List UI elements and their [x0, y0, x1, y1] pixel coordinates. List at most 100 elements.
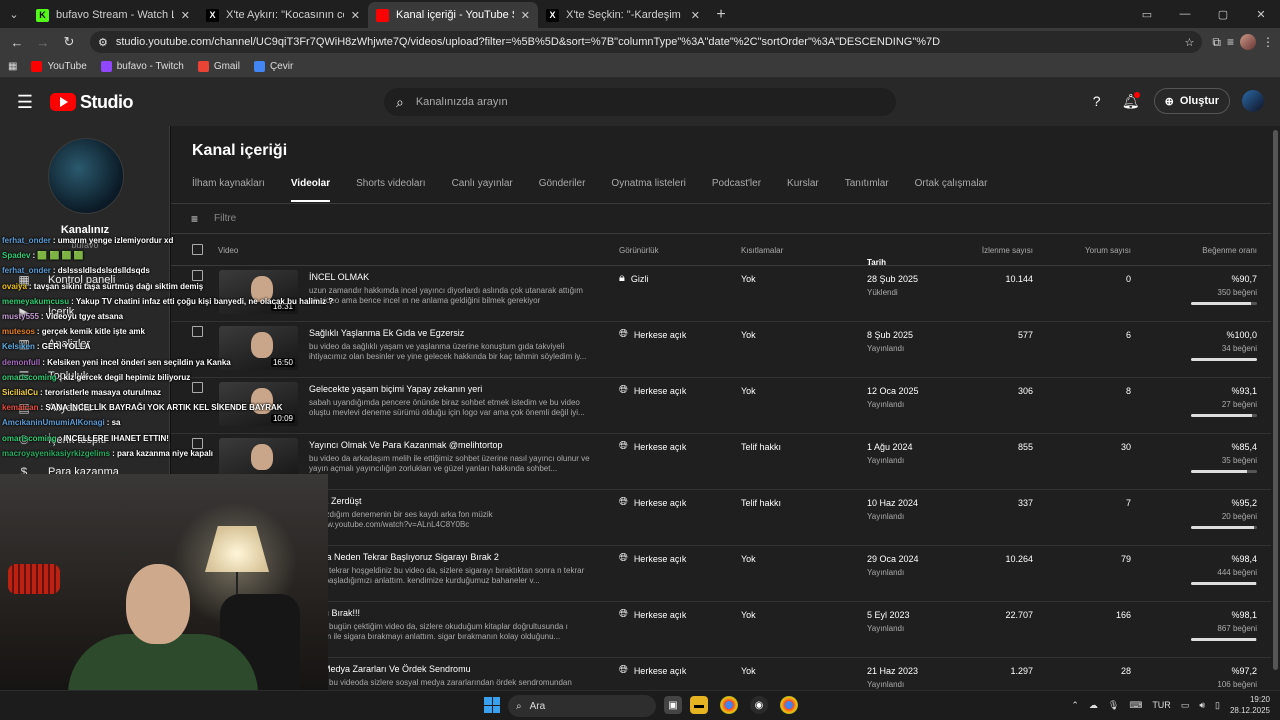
- filter-icon[interactable]: ≡: [191, 212, 198, 226]
- onedrive-icon[interactable]: ☁: [1089, 700, 1098, 711]
- page-scrollbar[interactable]: [1271, 126, 1280, 690]
- visibility-cell[interactable]: 🌐︎ Herkese açık: [619, 328, 686, 341]
- site-info-icon[interactable]: ⚙: [98, 36, 108, 49]
- column-views[interactable]: İzlenme sayısı: [953, 246, 1033, 255]
- video-title[interactable]: Gelecekte yaşam biçimi Yapay zekanın yer…: [309, 384, 599, 394]
- close-icon[interactable]: ✕: [181, 9, 190, 22]
- volume-icon[interactable]: 🔊︎: [1199, 700, 1205, 711]
- tab-podcasts[interactable]: Podcast'ler: [712, 178, 761, 202]
- table-row[interactable]: 16:50 Sağlıklı Yaşlanma Ek Gıda ve Egzers…: [171, 322, 1271, 378]
- visibility-cell[interactable]: 🌐︎ Herkese açık: [619, 552, 686, 565]
- bookmark-star-icon[interactable]: ☆: [1185, 36, 1195, 49]
- taskbar-search[interactable]: ⌕ Ara: [508, 695, 656, 717]
- bookmark-youtube[interactable]: YouTube: [31, 61, 87, 72]
- table-row[interactable]: 18:31 İNCEL OLMAK uzun zamandır hakkımda i…: [171, 266, 1271, 322]
- studio-logo[interactable]: Studio: [50, 92, 134, 113]
- video-title[interactable]: Sağlıklı Yaşlanma Ek Gıda ve Egzersiz: [309, 328, 599, 338]
- column-comments[interactable]: Yorum sayısı: [1051, 246, 1131, 255]
- visibility-cell[interactable]: 🌐︎ Herkese açık: [619, 440, 686, 453]
- visibility-cell[interactable]: 🌐︎ Herkese açık: [619, 664, 686, 677]
- notifications-bell-icon[interactable]: 🔔︎: [1120, 90, 1142, 112]
- close-window-icon[interactable]: ✕: [1242, 0, 1280, 28]
- picture-in-picture-icon[interactable]: ▭: [1128, 0, 1166, 28]
- filter-placeholder[interactable]: Filtre: [214, 213, 236, 224]
- scrollbar-thumb[interactable]: [1273, 130, 1278, 670]
- microphone-icon[interactable]: 🎙︎: [1108, 700, 1119, 711]
- keyboard-icon[interactable]: ⌨: [1129, 700, 1142, 711]
- profile-avatar[interactable]: [1240, 34, 1256, 50]
- column-likes[interactable]: Beğenme oranı: [1157, 246, 1257, 255]
- tab-live[interactable]: Canlı yayınlar: [452, 178, 513, 202]
- chrome-icon-2[interactable]: [780, 696, 798, 714]
- table-row[interactable]: araya Neden Tekrar Başlıyoruz Sigarayı B…: [171, 546, 1271, 602]
- forward-icon[interactable]: →: [32, 31, 54, 53]
- table-row[interactable]: yal Medya Zararları Ve Ördek Sendromu bab…: [171, 658, 1271, 690]
- like-ratio-fill: [1191, 470, 1248, 473]
- table-row[interactable]: 10:09 Gelecekte yaşam biçimi Yapay zekanı…: [171, 378, 1271, 434]
- tab-search-icon[interactable]: ⌄: [0, 0, 28, 28]
- tab-videos[interactable]: Videolar: [290, 178, 331, 202]
- tab-posts[interactable]: Gönderiler: [539, 178, 586, 202]
- browser-tab-3[interactable]: X X'te Seçkin: "-Kardeşim bi 200 l ✕: [538, 2, 708, 28]
- help-icon[interactable]: ?: [1086, 90, 1108, 112]
- chrome-icon[interactable]: [720, 696, 738, 714]
- video-title[interactable]: Yayıncı Olmak Ve Para Kazanmak @melihtor…: [309, 440, 599, 450]
- browser-tab-1[interactable]: X X'te Aykırı: "Kocasının cezaevinde ✕: [198, 2, 368, 28]
- url-text[interactable]: studio.youtube.com/channel/UC9qiT3Fr7QWi…: [116, 36, 1177, 48]
- filter-bar[interactable]: ≡ Filtre: [171, 204, 1271, 234]
- browser-tab-2[interactable]: Kanal içeriği - YouTube Studio ✕: [368, 2, 538, 28]
- table-row[interactable]: d VE Zerdüşt yi yazdığım denemenin bir se…: [171, 490, 1271, 546]
- tab-collaborations[interactable]: Ortak çalışmalar: [915, 178, 988, 202]
- video-title[interactable]: araya Neden Tekrar Başlıyoruz Sigarayı B…: [309, 552, 599, 562]
- browser-tab-0[interactable]: K bufavo Stream - Watch Live on ✕: [28, 2, 198, 28]
- bookmark-gmail[interactable]: Gmail: [197, 61, 240, 72]
- views-cell: 10.144: [1005, 274, 1033, 284]
- channel-avatar[interactable]: [48, 138, 124, 214]
- tab-shorts[interactable]: Shorts videoları: [356, 178, 425, 202]
- file-explorer-icon[interactable]: ▬: [690, 696, 708, 714]
- clock[interactable]: 19:20 28.12.2025: [1230, 694, 1270, 716]
- visibility-cell[interactable]: 🌐︎ Herkese açık: [619, 608, 686, 621]
- video-title[interactable]: yal Medya Zararları Ve Ördek Sendromu: [309, 664, 599, 674]
- visibility-cell[interactable]: 🔒︎ Gizli: [619, 272, 648, 285]
- column-restrictions[interactable]: Kısıtlamalar: [741, 246, 783, 255]
- url-bar[interactable]: ⚙ studio.youtube.com/channel/UC9qiT3Fr7Q…: [90, 31, 1203, 53]
- table-row[interactable]: Yayıncı Olmak Ve Para Kazanmak @melihtor…: [171, 434, 1271, 490]
- network-icon[interactable]: ▭: [1181, 700, 1190, 711]
- reading-list-icon[interactable]: ≡: [1227, 35, 1234, 49]
- close-icon[interactable]: ✕: [521, 9, 530, 22]
- reload-icon[interactable]: ↻: [58, 31, 80, 53]
- close-icon[interactable]: ✕: [691, 9, 700, 22]
- column-visibility[interactable]: Görünürlük: [619, 246, 659, 255]
- channel-search-input[interactable]: ⌕ Kanalınızda arayın: [384, 88, 896, 116]
- table-row[interactable]: arayı Bırak!!! baba bugün çektiğim video …: [171, 602, 1271, 658]
- new-tab-button[interactable]: +: [708, 2, 734, 28]
- windows-start-icon[interactable]: [484, 697, 500, 713]
- obs-icon[interactable]: ◉: [750, 696, 768, 714]
- menu-icon[interactable]: ☰: [0, 78, 50, 126]
- create-button[interactable]: ⊕ Oluştur: [1153, 88, 1230, 114]
- extensions-icon[interactable]: ⧉: [1212, 35, 1221, 50]
- tab-promotions[interactable]: Tanıtımlar: [845, 178, 889, 202]
- tab-courses[interactable]: Kurslar: [787, 178, 819, 202]
- bookmark-translate[interactable]: Çevir: [253, 61, 293, 72]
- maximize-icon[interactable]: ▢: [1204, 0, 1242, 28]
- visibility-cell[interactable]: 🌐︎ Herkese açık: [619, 384, 686, 397]
- chevron-up-icon[interactable]: ⌃: [1071, 700, 1079, 711]
- close-icon[interactable]: ✕: [351, 9, 360, 22]
- battery-icon[interactable]: ▯: [1215, 700, 1220, 711]
- language-indicator[interactable]: TUR: [1152, 700, 1171, 710]
- task-view-icon[interactable]: ▣: [664, 696, 682, 714]
- minimize-icon[interactable]: —: [1166, 0, 1204, 28]
- video-title[interactable]: İNCEL OLMAK: [309, 272, 599, 282]
- tab-playlists[interactable]: Oynatma listeleri: [611, 178, 685, 202]
- account-avatar[interactable]: [1242, 90, 1264, 112]
- bookmark-twitch[interactable]: bufavo - Twitch: [100, 61, 184, 72]
- video-title[interactable]: arayı Bırak!!!: [309, 608, 599, 618]
- visibility-cell[interactable]: 🌐︎ Herkese açık: [619, 496, 686, 509]
- back-icon[interactable]: ←: [6, 31, 28, 53]
- browser-menu-icon[interactable]: ⋮: [1262, 35, 1274, 49]
- video-title[interactable]: d VE Zerdüşt: [309, 496, 599, 506]
- apps-icon[interactable]: ▦: [8, 61, 17, 72]
- tab-inspiration[interactable]: İlham kaynakları: [192, 178, 265, 202]
